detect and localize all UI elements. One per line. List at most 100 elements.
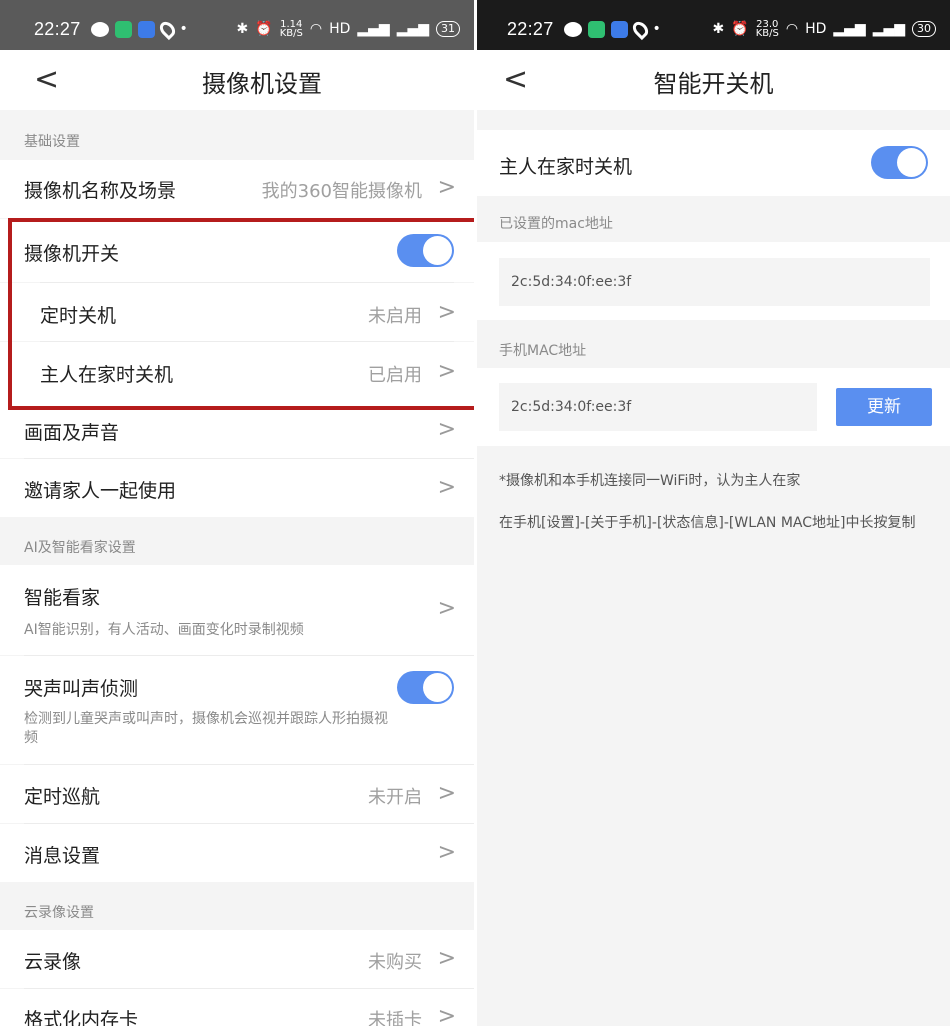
toggle-knob: [423, 236, 452, 265]
chevron-right-icon: >: [437, 300, 456, 325]
status-time: 22:27: [507, 18, 554, 39]
row-owner-home-off[interactable]: 主人在家时关机 已启用 >: [0, 342, 474, 402]
nav-bar: < 智能开关机: [477, 50, 950, 110]
chevron-right-icon: >: [437, 1004, 456, 1026]
update-button[interactable]: 更新: [836, 388, 932, 426]
set-mac-header: 已设置的mac地址: [477, 196, 950, 242]
chat-icon: [563, 21, 582, 37]
app-notification-icon: [587, 20, 605, 38]
phone-mac-field[interactable]: 2c:5d:34:0f:ee:3f: [499, 383, 817, 431]
alarm-icon: ⏰: [255, 21, 273, 37]
row-label: 智能看家: [24, 587, 101, 609]
app-notification-icon: [610, 20, 628, 38]
section-header-cloud: 云录像设置: [0, 882, 474, 930]
signal-icon: ▂▄▆: [396, 21, 429, 37]
network-speed-unit: KB/S: [755, 28, 779, 39]
spacer: [477, 110, 950, 130]
row-label: 哭声叫声侦测: [24, 678, 139, 700]
network-speed-unit: KB/S: [279, 28, 303, 39]
chevron-right-icon: >: [437, 475, 456, 500]
nav-bar: < 摄像机设置: [0, 50, 474, 110]
section-header-basic: 基础设置: [0, 110, 474, 160]
row-value: 已启用: [368, 365, 422, 386]
row-label: 定时巡航: [24, 786, 101, 808]
camera-switch-toggle[interactable]: [397, 234, 454, 267]
chevron-right-icon: >: [437, 359, 456, 384]
status-time: 22:27: [34, 18, 81, 39]
set-mac-value: 2c:5d:34:0f:ee:3f: [499, 258, 930, 306]
row-value: 未启用: [368, 306, 422, 327]
row-camera-name[interactable]: 摄像机名称及场景 我的360智能摄像机 >: [0, 160, 474, 218]
app-notification-icon: [114, 20, 132, 38]
battery-icon: 31: [436, 21, 460, 37]
row-timer-off[interactable]: 定时关机 未启用 >: [0, 283, 474, 341]
bluetooth-icon: ✱: [712, 21, 725, 37]
row-label: 邀请家人一起使用: [24, 480, 177, 502]
row-format-sd[interactable]: 格式化内存卡 未插卡 >: [0, 989, 474, 1026]
page-title: 智能开关机: [653, 70, 774, 98]
row-label: 主人在家时关机: [499, 156, 633, 178]
smart-power-screen: 22:27 • ✱ ⏰ 23.0 KB/S ◠ HD ▂▄▆ ▂▄▆ 30 < …: [477, 0, 950, 1026]
row-smart-home[interactable]: 智能看家 AI智能识别，有人活动、画面变化时录制视频 >: [0, 565, 474, 655]
row-message-settings[interactable]: 消息设置 >: [0, 824, 474, 882]
wifi-icon: ◠: [309, 21, 323, 37]
more-notifications-dot: •: [652, 21, 661, 37]
row-value: 未开启: [368, 787, 422, 808]
chevron-right-icon: >: [437, 946, 456, 971]
phone-mac-header: 手机MAC地址: [477, 320, 950, 368]
toggle-knob: [897, 148, 926, 177]
row-description: AI智能识别，有人活动、画面变化时录制视频: [24, 622, 304, 638]
row-label: 定时关机: [40, 305, 117, 327]
toggle-knob: [423, 673, 452, 702]
status-bar: 22:27 • ✱ ⏰ 23.0 KB/S ◠ HD ▂▄▆ ▂▄▆ 30: [477, 0, 950, 50]
note-text: *摄像机和本手机连接同一WiFi时，认为主人在家: [499, 473, 801, 489]
row-camera-switch: 摄像机开关: [0, 219, 474, 282]
row-label: 主人在家时关机: [40, 364, 174, 386]
location-icon: [156, 18, 178, 40]
chevron-right-icon: >: [437, 840, 456, 865]
row-cry-detect: 哭声叫声侦测 检测到儿童哭声或叫声时，摄像机会巡视并跟踪人形拍摄视频: [0, 656, 474, 764]
owner-home-off-toggle[interactable]: [871, 146, 928, 179]
chevron-right-icon: >: [437, 175, 456, 200]
notes-area: *摄像机和本手机连接同一WiFi时，认为主人在家 在手机[设置]-[关于手机]-…: [477, 446, 950, 1026]
wifi-icon: ◠: [785, 21, 799, 37]
row-label: 格式化内存卡: [24, 1009, 139, 1026]
alarm-icon: ⏰: [731, 21, 749, 37]
more-notifications-dot: •: [179, 21, 188, 37]
bluetooth-icon: ✱: [236, 21, 249, 37]
row-cloud-record[interactable]: 云录像 未购买 >: [0, 930, 474, 988]
signal-icon: ▂▄▆: [833, 21, 866, 37]
hd-label: HD: [329, 21, 351, 37]
row-value: 未购买: [368, 952, 422, 973]
row-label: 摄像机名称及场景: [24, 180, 177, 202]
section-header-ai: AI及智能看家设置: [0, 517, 474, 565]
location-icon: [629, 18, 651, 40]
note-text: 在手机[设置]-[关于手机]-[状态信息]-[WLAN MAC地址]中长按复制: [499, 515, 916, 531]
chat-icon: [90, 21, 109, 37]
row-owner-home-off: 主人在家时关机: [477, 130, 950, 196]
battery-icon: 30: [912, 21, 936, 37]
row-label: 消息设置: [24, 845, 101, 867]
page-title: 摄像机设置: [202, 70, 322, 98]
row-label: 云录像: [24, 951, 82, 973]
row-timed-patrol[interactable]: 定时巡航 未开启 >: [0, 765, 474, 823]
row-value: 未插卡: [368, 1010, 422, 1026]
status-bar: 22:27 • ✱ ⏰ 1.14 KB/S ◠ HD ▂▄▆ ▂▄▆ 31: [0, 0, 474, 50]
row-picture-sound[interactable]: 画面及声音 >: [0, 402, 474, 458]
camera-settings-screen: 22:27 • ✱ ⏰ 1.14 KB/S ◠ HD ▂▄▆ ▂▄▆ 31 < …: [0, 0, 474, 1026]
chevron-right-icon: >: [437, 781, 456, 806]
phone-mac-row: 2c:5d:34:0f:ee:3f 更新: [477, 368, 950, 446]
row-value: 我的360智能摄像机: [261, 181, 422, 202]
row-label: 画面及声音: [24, 422, 120, 444]
hd-label: HD: [805, 21, 827, 37]
row-label: 摄像机开关: [24, 243, 120, 265]
chevron-right-icon: >: [437, 596, 456, 621]
chevron-right-icon: >: [437, 417, 456, 442]
cry-detect-toggle[interactable]: [397, 671, 454, 704]
row-invite-family[interactable]: 邀请家人一起使用 >: [0, 459, 474, 517]
signal-icon: ▂▄▆: [872, 21, 905, 37]
app-notification-icon: [137, 20, 155, 38]
signal-icon: ▂▄▆: [357, 21, 390, 37]
row-description: 检测到儿童哭声或叫声时，摄像机会巡视并跟踪人形拍摄视频: [24, 711, 388, 746]
set-mac-row: 2c:5d:34:0f:ee:3f: [477, 242, 950, 320]
